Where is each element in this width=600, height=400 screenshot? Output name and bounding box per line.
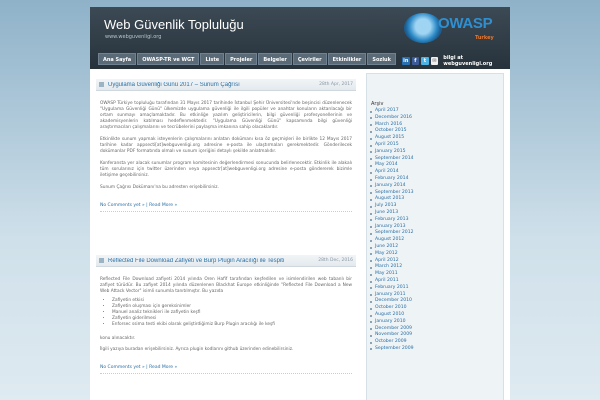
archive-list: April 2017 December 2016 March 2016 Octo… bbox=[367, 108, 503, 353]
page-wrapper: Web Güvenlik Topluluğu www.webguvenligi.… bbox=[90, 7, 510, 400]
post: Reflected File Download Zafiyeti ve Burp… bbox=[96, 255, 356, 374]
post-title[interactable]: Reflected File Download Zafiyeti ve Burp… bbox=[108, 258, 318, 264]
post-header: Uygulama Güvenliği Günü 2017 – Sunum Çağ… bbox=[96, 79, 356, 91]
post-paragraph: konu alınacaktır. bbox=[100, 336, 136, 341]
post-icon bbox=[99, 82, 104, 87]
logo-subtext: Turkey bbox=[475, 35, 494, 41]
social-links: in f t ✉ bilgi at webguvenligi.org bbox=[402, 55, 510, 67]
archive-link[interactable]: February 2013 bbox=[367, 217, 503, 224]
archive-link[interactable]: April 2017 bbox=[367, 108, 503, 115]
archive-link[interactable]: December 2016 bbox=[367, 115, 503, 122]
post-meta-links[interactable]: No Comments yet » | Read More » bbox=[100, 365, 352, 374]
linkedin-icon[interactable]: in bbox=[402, 57, 410, 65]
site-title[interactable]: Web Güvenlik Topluluğu bbox=[104, 17, 244, 32]
post-title[interactable]: Uygulama Güvenliği Günü 2017 – Sunum Çağ… bbox=[108, 82, 319, 88]
post-paragraph: OWASP Türkiye topluluğu tarafından 31 Ma… bbox=[100, 101, 352, 130]
logo-text: OWASP bbox=[438, 15, 493, 32]
archive-link[interactable]: May 2012 bbox=[367, 251, 503, 258]
nav-home[interactable]: Ana Sayfa bbox=[98, 53, 137, 65]
post-header: Reflected File Download Zafiyeti ve Burp… bbox=[96, 255, 356, 267]
nav-sozluk[interactable]: Sozluk bbox=[367, 53, 396, 65]
nav-owasp-tr[interactable]: OWASP-TR ve WGT bbox=[137, 53, 200, 65]
site-url: www.webguvenligi.org bbox=[105, 34, 162, 40]
archive-link[interactable]: September 2009 bbox=[367, 346, 503, 353]
post-date: 28th Dec, 2016 bbox=[318, 258, 353, 263]
nav-ceviriler[interactable]: Çeviriler bbox=[292, 53, 327, 65]
archive-link[interactable]: October 2009 bbox=[367, 339, 503, 346]
archive-link[interactable]: February 2011 bbox=[367, 285, 503, 292]
contact-email[interactable]: bilgi at webguvenligi.org bbox=[443, 55, 510, 67]
twitter-icon[interactable]: t bbox=[421, 57, 429, 65]
archive-link[interactable]: June 2013 bbox=[367, 210, 503, 217]
sidebar: Arşiv April 2017 December 2016 March 201… bbox=[366, 73, 504, 400]
archive-link[interactable]: July 2013 bbox=[367, 203, 503, 210]
list-item: Enforsec ssima testi ekibi olarak gelişt… bbox=[112, 322, 352, 328]
archive-link[interactable]: January 2014 bbox=[367, 183, 503, 190]
main-nav: Ana Sayfa OWASP-TR ve WGT Liste Projeler… bbox=[98, 53, 396, 65]
post-paragraph: Reflected File Download zafiyeti 2014 yı… bbox=[100, 277, 352, 294]
site-header: Web Güvenlik Topluluğu www.webguvenligi.… bbox=[90, 7, 510, 69]
archive-link[interactable]: August 2010 bbox=[367, 312, 503, 319]
nav-etkinlikler[interactable]: Etkinlikler bbox=[327, 53, 367, 65]
post-bullet-list: Zafiyetin etkisi Zafiyetin oluşması için… bbox=[112, 298, 352, 328]
owasp-ring-icon bbox=[404, 13, 442, 43]
post-paragraph: İlgili yazıya buradan erişebilirsiniz. A… bbox=[100, 347, 294, 352]
archive-link[interactable]: January 2015 bbox=[367, 149, 503, 156]
nav-belgeler[interactable]: Belgeler bbox=[258, 53, 292, 65]
post-paragraph: Konferansta yer alacak sunumlar program … bbox=[100, 161, 352, 178]
post-paragraph: Etkinlikte sunum yapmak isteyenlerin çal… bbox=[100, 137, 352, 154]
owasp-logo[interactable]: OWASP Turkey bbox=[404, 13, 504, 47]
archive-title: Arşiv bbox=[371, 101, 384, 107]
archive-link[interactable]: April 2011 bbox=[367, 278, 503, 285]
nav-projeler[interactable]: Projeler bbox=[225, 53, 258, 65]
archive-link[interactable]: April 2015 bbox=[367, 142, 503, 149]
main-content: Uygulama Güvenliği Günü 2017 – Sunum Çağ… bbox=[90, 69, 362, 400]
post-meta-links[interactable]: No Comments yet » | Read More » bbox=[100, 203, 352, 212]
archive-link[interactable]: January 2010 bbox=[367, 319, 503, 326]
post-icon bbox=[99, 258, 104, 263]
archive-link[interactable]: February 2014 bbox=[367, 176, 503, 183]
archive-link[interactable]: May 2011 bbox=[367, 271, 503, 278]
archive-link[interactable]: June 2012 bbox=[367, 244, 503, 251]
post-paragraph: Sunum Çağrısı Dokümanı'na bu adresten er… bbox=[100, 185, 219, 190]
archive-link[interactable]: April 2014 bbox=[367, 169, 503, 176]
email-icon[interactable]: ✉ bbox=[430, 57, 439, 65]
facebook-icon[interactable]: f bbox=[411, 57, 420, 65]
post-date: 28th Apr, 2017 bbox=[319, 82, 353, 87]
nav-liste[interactable]: Liste bbox=[200, 53, 225, 65]
archive-link[interactable]: October 2010 bbox=[367, 305, 503, 312]
post: Uygulama Güvenliği Günü 2017 – Sunum Çağ… bbox=[96, 79, 356, 212]
archive-link[interactable]: August 2012 bbox=[367, 237, 503, 244]
archive-link[interactable]: August 2015 bbox=[367, 135, 503, 142]
